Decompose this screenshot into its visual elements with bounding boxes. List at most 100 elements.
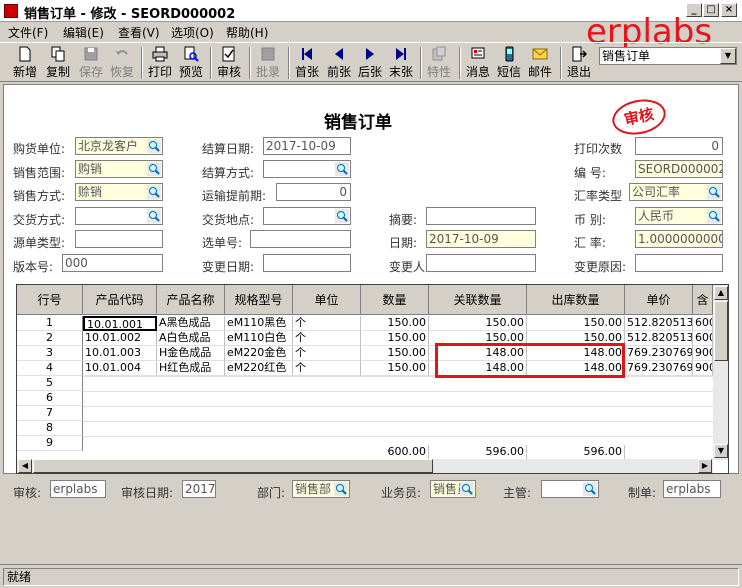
source-type-field[interactable] [75,230,163,248]
column-header[interactable]: 单价 [625,285,693,315]
settle-date-field[interactable]: 2017-10-09 [263,137,351,155]
print-button[interactable]: 打印 [145,45,175,81]
selected-no-field[interactable] [250,230,351,248]
menu-help[interactable]: 帮助(H) [226,24,268,41]
preview-button[interactable]: 预览 [176,45,206,81]
menu-file[interactable]: 文件(F) [8,24,48,41]
summary-field[interactable] [426,207,536,225]
grid-cell[interactable]: 900 [693,361,713,376]
chevron-down-icon[interactable]: ▼ [720,48,736,64]
grid-cell[interactable]: eM110黑色 [225,316,293,331]
lookup-icon[interactable] [147,209,161,223]
grid-cell[interactable]: H红色成品 [157,361,225,376]
empty-rows-area[interactable] [83,376,713,451]
grid-cell[interactable]: 10.01.004 [83,361,157,376]
grid-cell[interactable]: A黑色成品 [157,316,225,331]
menu-options[interactable]: 选项(O) [171,24,214,41]
sales-method-field[interactable]: 赊销 [75,183,163,201]
grid-cell[interactable]: 150.00 [429,316,527,331]
scroll-up-icon[interactable]: ▲ [714,286,728,300]
staff-field[interactable]: 销售员 [430,480,476,498]
change-reason-field[interactable] [635,254,723,272]
column-header[interactable]: 产品名称 [157,285,225,315]
batch-button[interactable]: 批录 [253,45,283,81]
mail-button[interactable]: 邮件 [525,45,555,81]
template-select[interactable]: 销售订单 ▼ [599,47,737,65]
lookup-icon[interactable] [583,482,597,496]
rate-type-field[interactable]: 公司汇率 [629,183,723,201]
rate-field[interactable]: 1.0000000000000 [635,230,723,248]
dept-field[interactable]: 销售部 [292,480,350,498]
grid-cell[interactable]: 900 [693,346,713,361]
changed-by-field[interactable] [426,254,536,272]
grid-cell[interactable]: H金色成品 [157,346,225,361]
copy-button[interactable]: 复制 [43,45,73,81]
scroll-thumb[interactable] [33,459,433,473]
grid-cell[interactable]: 个 [293,361,361,376]
lookup-icon[interactable] [147,162,161,176]
order-lines-grid[interactable]: 行号 产品代码 产品名称 规格型号 单位 数量 关联数量 出库数量 单价 含 1… [16,284,729,474]
column-header[interactable]: 关联数量 [429,285,527,315]
maker-field[interactable]: erplabs [663,480,721,498]
column-header[interactable]: 含 [693,285,713,315]
grid-cell[interactable]: 600 [693,331,713,346]
manager-field[interactable] [541,480,599,498]
prev-record-button[interactable]: 前张 [324,45,354,81]
change-date-field[interactable] [263,254,351,272]
date-field[interactable]: 2017-10-09 [426,230,536,248]
column-header[interactable]: 单位 [293,285,361,315]
lookup-icon[interactable] [460,482,474,496]
grid-cell[interactable]: eM110白色 [225,331,293,346]
grid-cell[interactable]: 600 [693,316,713,331]
vertical-scrollbar[interactable]: ▲ ▼ [713,285,728,460]
save-button[interactable]: 保存 [76,45,106,81]
column-header[interactable]: 出库数量 [527,285,625,315]
column-header[interactable]: 规格型号 [225,285,293,315]
menu-view[interactable]: 查看(V) [118,24,160,41]
grid-cell[interactable]: 150.00 [361,346,429,361]
grid-cell[interactable]: 10.01.003 [83,346,157,361]
lookup-icon[interactable] [335,162,349,176]
delivery-method-field[interactable] [75,207,163,225]
undo-button[interactable]: 恢复 [107,45,137,81]
lookup-icon[interactable] [147,139,161,153]
last-record-button[interactable]: 末张 [386,45,416,81]
grid-cell[interactable]: eM220红色 [225,361,293,376]
column-header[interactable]: 产品代码 [83,285,157,315]
properties-button[interactable]: 特性 [424,45,454,81]
version-field[interactable]: 000 [62,254,163,272]
settle-method-field[interactable] [263,160,351,178]
new-button[interactable]: 新增 [10,45,40,81]
scroll-right-icon[interactable]: ▶ [698,459,712,473]
column-header[interactable]: 数量 [361,285,429,315]
delivery-place-field[interactable] [263,207,351,225]
customer-field[interactable]: 北京龙客户 [75,137,163,155]
grid-cell[interactable]: 150.00 [361,316,429,331]
lookup-icon[interactable] [147,185,161,199]
lookup-icon[interactable] [334,482,348,496]
column-header[interactable]: 行号 [17,285,83,315]
currency-field[interactable]: 人民币 [635,207,723,225]
lookup-icon[interactable] [707,185,721,199]
grid-cell[interactable]: 150.00 [527,316,625,331]
scroll-left-icon[interactable]: ◀ [18,459,32,473]
transport-days-field[interactable]: 0 [276,183,351,201]
grid-cell[interactable]: 个 [293,346,361,361]
grid-cell[interactable]: A白色成品 [157,331,225,346]
grid-cell[interactable]: 10.01.002 [83,331,157,346]
audit-date-field[interactable]: 2017- [182,480,216,498]
grid-cell[interactable]: 512.820513 [625,331,693,346]
auditor-field[interactable]: erplabs [50,480,106,498]
scroll-thumb[interactable] [714,301,728,361]
grid-cell[interactable]: 769.230769 [625,361,693,376]
sms-button[interactable]: 短信 [494,45,524,81]
grid-cell[interactable]: eM220金色 [225,346,293,361]
grid-cell[interactable]: 150.00 [361,331,429,346]
menu-edit[interactable]: 编辑(E) [63,24,104,41]
print-count-field[interactable]: 0 [635,137,723,155]
grid-cell[interactable]: 769.230769 [625,346,693,361]
number-field[interactable]: SEORD000002 [635,160,723,178]
lookup-icon[interactable] [707,209,721,223]
scroll-down-icon[interactable]: ▼ [714,444,728,458]
grid-cell[interactable]: 512.820513 [625,316,693,331]
